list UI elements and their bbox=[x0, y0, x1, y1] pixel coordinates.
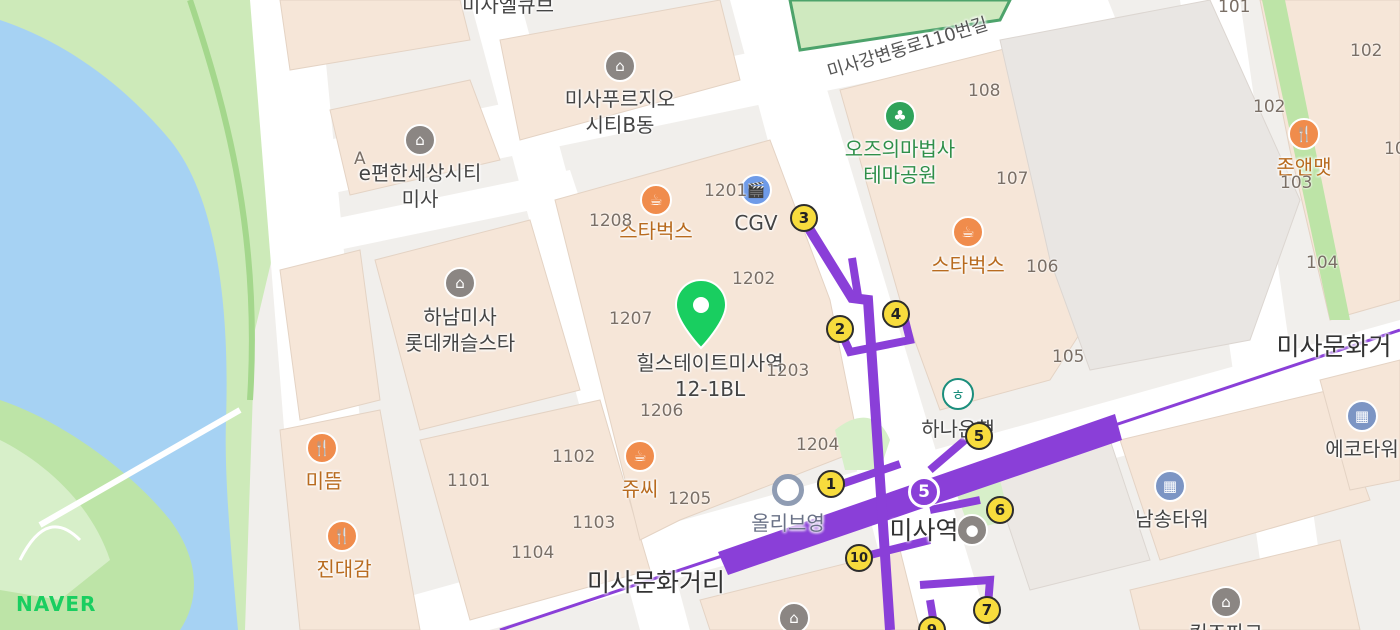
subway-exit-1[interactable]: 1 bbox=[817, 470, 845, 498]
building-icon[interactable]: ⌂ bbox=[604, 50, 636, 82]
subway-exit-3[interactable]: 3 bbox=[790, 204, 818, 232]
place-label-misa-elcube[interactable]: 미사엘큐브 bbox=[462, 0, 554, 18]
subway-exit-2[interactable]: 2 bbox=[826, 315, 854, 343]
building-number: 10 bbox=[1384, 139, 1400, 159]
subway-exit-6[interactable]: 6 bbox=[986, 496, 1014, 524]
building-number: 101 bbox=[1218, 0, 1251, 17]
building-number: 1205 bbox=[668, 489, 712, 509]
store-icon[interactable] bbox=[772, 474, 804, 506]
building-number: 1206 bbox=[640, 401, 684, 421]
bank-icon[interactable]: ㅎ bbox=[942, 378, 974, 410]
subway-exit-10[interactable]: 10 bbox=[845, 544, 873, 572]
office-icon[interactable]: ▦ bbox=[1346, 400, 1378, 432]
building-number: 1203 bbox=[766, 361, 810, 381]
street-label-misa-culture: 미사문화거 bbox=[1276, 332, 1392, 361]
subway-line5-icon[interactable]: 5 bbox=[908, 476, 940, 508]
building-number: 1103 bbox=[572, 513, 616, 533]
park-icon[interactable]: ♣ bbox=[884, 100, 916, 132]
place-label-hanam-lotte[interactable]: 하남미사 롯데캐슬스타 bbox=[405, 304, 515, 356]
building-number: 102 bbox=[1253, 97, 1286, 117]
building-number: 1101 bbox=[447, 471, 491, 491]
cafe-icon[interactable]: ☕ bbox=[952, 216, 984, 248]
place-label-oz-park[interactable]: 오즈의마법사 테마공원 bbox=[845, 136, 955, 188]
office-icon[interactable]: ▦ bbox=[1154, 470, 1186, 502]
subway-exit-4[interactable]: 4 bbox=[882, 300, 910, 328]
restaurant-icon[interactable]: 🍴 bbox=[326, 520, 358, 552]
building-icon[interactable]: ⌂ bbox=[1210, 586, 1242, 618]
building-number: 102 bbox=[1350, 41, 1383, 61]
restaurant-icon[interactable]: 🍴 bbox=[1288, 118, 1320, 150]
building-number: 107 bbox=[996, 169, 1029, 189]
building-number: 1102 bbox=[552, 447, 596, 467]
building-number: 1104 bbox=[511, 543, 555, 563]
building-number: 1204 bbox=[796, 435, 840, 455]
building-number: 1207 bbox=[609, 309, 653, 329]
place-label-midum[interactable]: 미뜸 bbox=[306, 468, 343, 494]
building-number: 1202 bbox=[732, 269, 776, 289]
street-label-misa-culture: 미사문화거리 bbox=[586, 568, 726, 597]
place-label-misa-purjio[interactable]: 미사푸르지오 시티B동 bbox=[565, 86, 675, 138]
cafe-icon[interactable]: ☕ bbox=[640, 184, 672, 216]
building-number: 106 bbox=[1026, 257, 1059, 277]
subway-exit-5[interactable]: 5 bbox=[965, 422, 993, 450]
building-number: 1208 bbox=[589, 211, 633, 231]
building-number: 105 bbox=[1052, 347, 1085, 367]
station-label-misa[interactable]: 미사역 bbox=[889, 518, 958, 544]
subway-exit-7[interactable]: 7 bbox=[973, 596, 1001, 624]
building-number: A bbox=[354, 149, 366, 169]
building-icon[interactable]: ⌂ bbox=[444, 267, 476, 299]
cafe-icon[interactable]: ☕ bbox=[624, 440, 656, 472]
building-number: 103 bbox=[1280, 173, 1313, 193]
place-label-jussi[interactable]: 쥬씨 bbox=[622, 476, 659, 502]
place-label-kings-park[interactable]: 킹즈파크 bbox=[1189, 620, 1263, 630]
place-label-e-pyeonhan[interactable]: e편한세상시티 미사 bbox=[359, 160, 482, 212]
naver-logo: NAVER bbox=[16, 592, 97, 616]
place-label-selected[interactable]: 힐스테이트미사역 12-1BL bbox=[636, 350, 783, 402]
building-icon[interactable]: ⌂ bbox=[778, 602, 810, 630]
building-number: 104 bbox=[1306, 253, 1339, 273]
restaurant-icon[interactable]: 🍴 bbox=[306, 432, 338, 464]
location-pin-icon[interactable] bbox=[674, 278, 728, 350]
place-label-starbucks[interactable]: 스타벅스 bbox=[931, 252, 1005, 278]
place-label-olive-young[interactable]: 올리브영 bbox=[751, 510, 825, 536]
place-label-jindaegam[interactable]: 진대감 bbox=[316, 556, 371, 582]
building-icon[interactable]: ⌂ bbox=[404, 124, 436, 156]
place-label-eco-tower[interactable]: 에코타워 bbox=[1325, 436, 1399, 462]
toilet-icon[interactable]: ● bbox=[956, 514, 988, 546]
place-label-cgv[interactable]: CGV bbox=[734, 210, 777, 236]
building-number: 108 bbox=[968, 81, 1001, 101]
place-label-namsong-tower[interactable]: 남송타워 bbox=[1135, 506, 1209, 532]
building-number: 1201 bbox=[704, 181, 748, 201]
map-view[interactable]: ⌂ ⌂ ⌂ ☕ 🎬 ♣ ☕ 🍴 🍴 🍴 ☕ ▦ ▦ ⌂ ⌂ ● ㅎ 미사엘큐브 … bbox=[0, 0, 1400, 630]
